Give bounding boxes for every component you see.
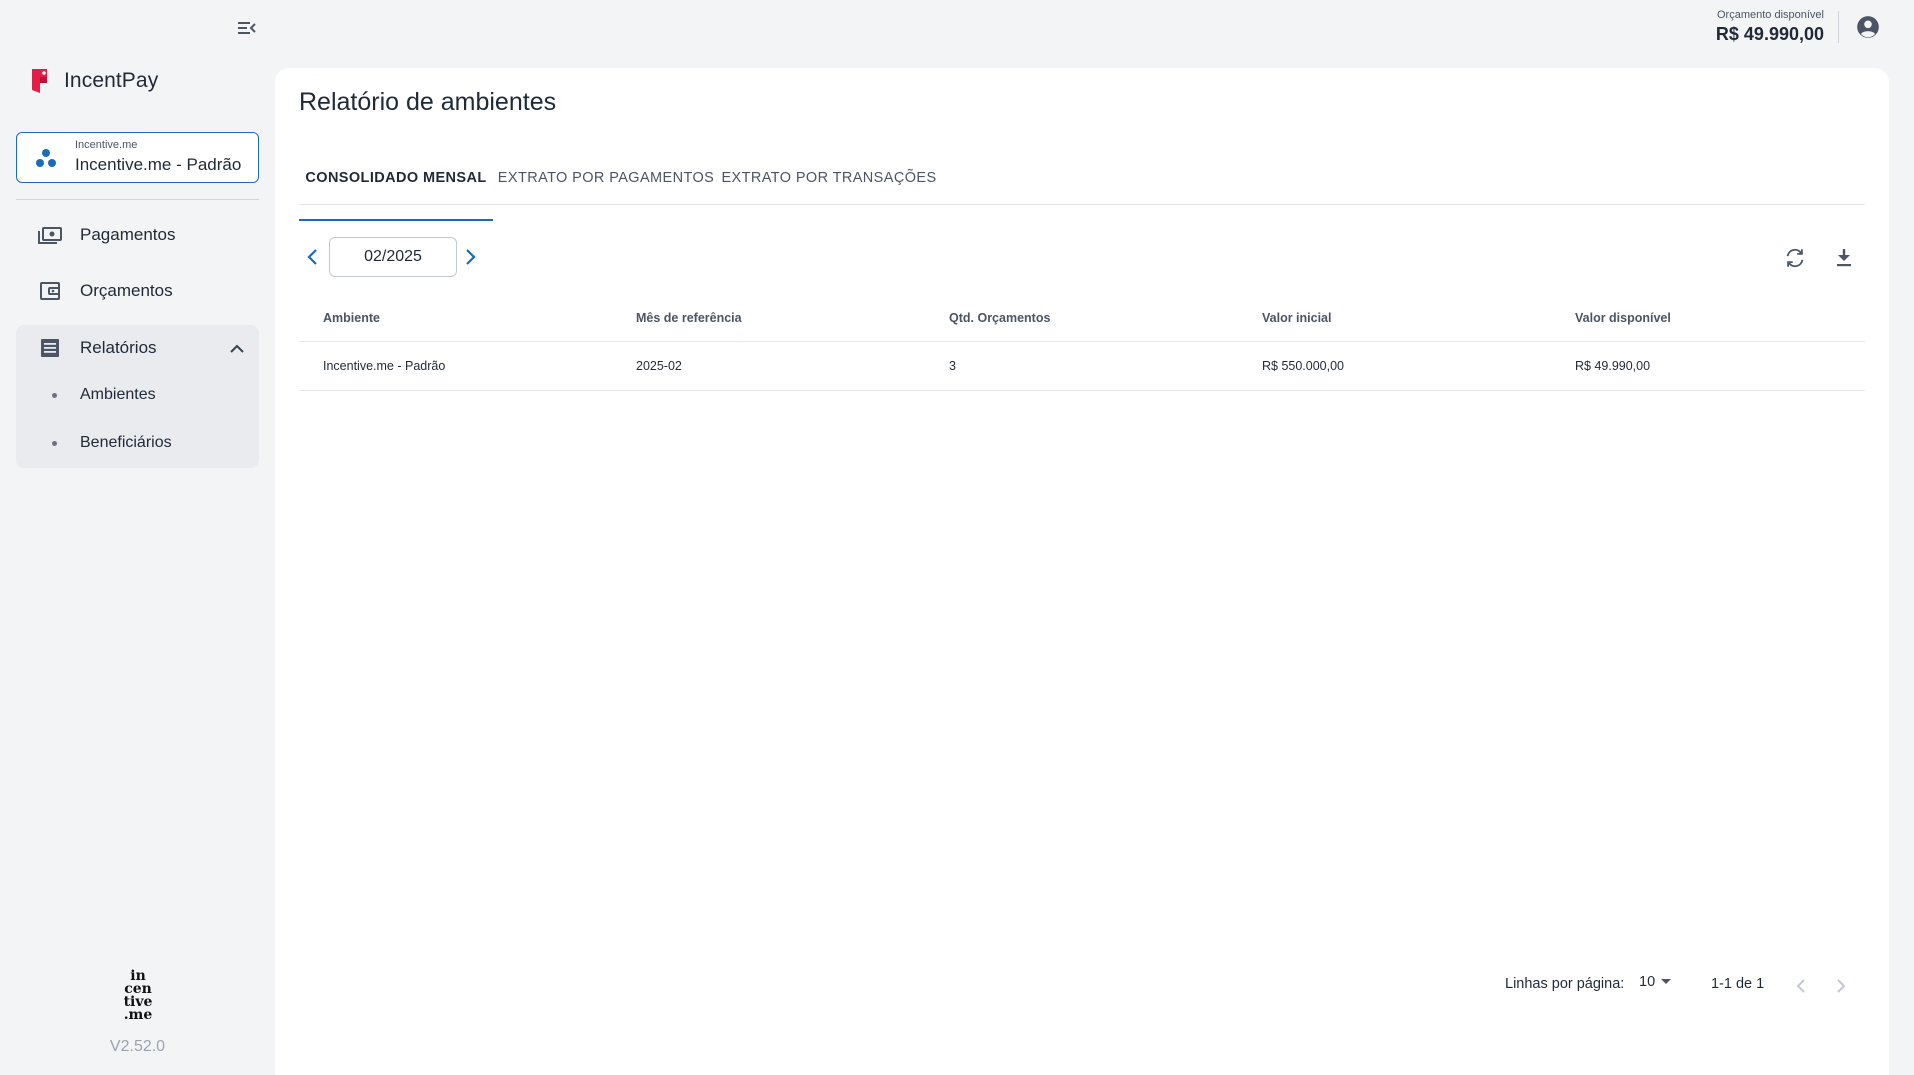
column-header-valor-inicial: Valor inicial [1262,310,1332,325]
environment-selector[interactable]: Incentive.me Incentive.me - Padrão [16,132,259,183]
caret-down-icon [1661,979,1672,984]
account-circle-icon [1857,16,1879,38]
app-name: IncentPay [64,69,159,92]
column-header-valor-disponivel: Valor disponível [1575,310,1671,325]
chevron-right-icon [466,249,476,265]
bullet-icon [16,392,80,398]
sidebar-item-label: Orçamentos [80,281,173,300]
sidebar-item-pagamentos[interactable]: Pagamentos [16,210,259,260]
sidebar-item-label: Relatórios [80,338,157,357]
sidebar-item-label: Pagamentos [80,225,176,244]
chevron-left-icon [307,249,317,265]
tab-extrato-pagamentos[interactable]: EXTRATO POR PAGAMENTOS [493,150,719,205]
chevron-right-icon [1837,979,1846,993]
sidebar-subitem-label: Beneficiários [80,434,172,451]
tab-consolidado-mensal[interactable]: CONSOLIDADO MENSAL [299,150,493,221]
next-month-button[interactable] [458,244,484,270]
download-icon [1837,249,1851,267]
app-version: V2.52.0 [109,1038,166,1055]
table-cell: R$ 550.000,00 [1262,359,1345,373]
bullet-icon [16,440,80,446]
refresh-icon [1786,248,1804,268]
incentive-me-logo: in cen tive .me [123,968,153,1023]
sidebar-item-relatorios[interactable]: Relatórios [16,325,259,371]
report-icon [41,339,59,357]
available-budget: Orçamento disponível R$ 49.990,00 [1716,8,1824,46]
budget-value: R$ 49.990,00 [1715,24,1824,44]
chevron-up-icon [230,344,244,353]
user-account-button[interactable] [1855,14,1881,40]
pagination: Linhas por página: 10 1-1 de 1 [275,966,1889,1006]
sidebar-subitem-ambientes[interactable]: Ambientes [16,375,259,415]
sidebar-subitem-label: Ambientes [80,386,156,403]
rows-per-page-label: Linhas por página: [1505,976,1625,992]
environment-name: Incentive.me - Padrão [75,155,242,174]
payments-icon [38,227,62,244]
menu-collapse-icon [238,22,256,34]
previous-page-button[interactable] [1788,973,1814,999]
sidebar-group-relatorios: Relatórios Ambientes Beneficiários [16,325,259,468]
download-button[interactable] [1830,244,1858,272]
column-header-qtd-orcamentos: Qtd. Orçamentos [949,310,1051,325]
environments-table: Ambiente Mês de referência Qtd. Orçament… [299,294,1865,391]
sidebar-divider [16,199,259,200]
environment-icon [36,148,56,167]
table-header: Ambiente Mês de referência Qtd. Orçament… [299,294,1865,342]
rows-per-page-select[interactable]: 10 [1639,974,1672,990]
brand: IncentPay [30,66,158,96]
month-picker-input[interactable] [329,237,457,277]
chevron-left-icon [1796,979,1805,993]
sidebar-item-orcamentos[interactable]: Orçamentos [16,266,259,316]
main-panel: Relatório de ambientes CONSOLIDADO MENSA… [275,68,1889,1075]
budget-label: Orçamento disponível [1717,9,1824,21]
column-header-mes-referencia: Mês de referência [636,310,742,325]
table-cell: R$ 49.990,00 [1575,359,1651,373]
sidebar-subitem-beneficiarios[interactable]: Beneficiários [16,423,259,463]
incentpay-logo-icon [32,69,47,93]
header-divider [1838,11,1839,43]
table-cell: 2025-02 [636,359,682,373]
sidebar: IncentPay Incentive.me Incentive.me - Pa… [0,0,275,1075]
column-header-ambiente: Ambiente [323,310,380,325]
table-row: Incentive.me - Padrão 2025-02 3 R$ 550.0… [299,342,1865,391]
page-title: Relatório de ambientes [299,88,557,116]
wallet-icon [40,282,60,300]
table-cell: Incentive.me - Padrão [323,359,446,373]
report-tabs: CONSOLIDADO MENSAL EXTRATO POR PAGAMENTO… [299,150,1865,221]
pagination-range: 1-1 de 1 [1711,976,1765,992]
collapse-menu-button[interactable] [232,16,262,40]
rows-per-page-value: 10 [1639,974,1656,990]
environment-label: Incentive.me [75,139,138,151]
refresh-button[interactable] [1781,244,1809,272]
table-cell: 3 [949,359,956,373]
tab-extrato-transacoes[interactable]: EXTRATO POR TRANSAÇÕES [719,150,939,205]
previous-month-button[interactable] [299,244,325,270]
next-page-button[interactable] [1828,973,1854,999]
